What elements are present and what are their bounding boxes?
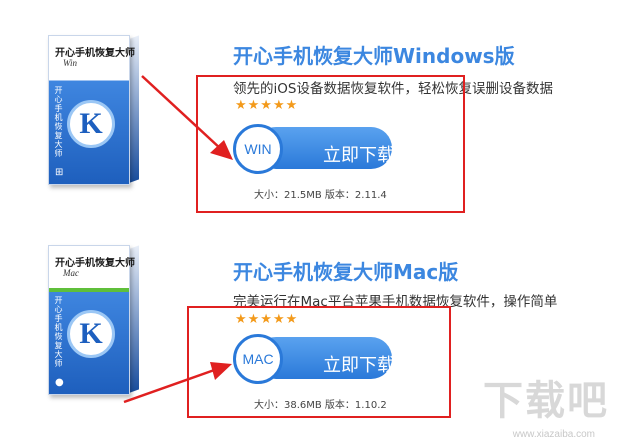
product-box-icon: 开心手机恢复大师 Win 开心手机恢复大师 K ⊞ <box>48 35 140 185</box>
box-green-band <box>49 288 129 292</box>
product-windows: 开心手机恢复大师 Win 开心手机恢复大师 K ⊞ 开心手机恢复大师Window… <box>0 0 619 213</box>
box-front: 开心手机恢复大师 Win 开心手机恢复大师 K ⊞ <box>48 35 135 185</box>
box-subtitle: Win <box>63 58 78 68</box>
watermark-url: www.xiazaiba.com <box>512 429 595 440</box>
box-vertical-text: 开心手机恢复大师 <box>54 86 63 158</box>
product-title: 开心手机恢复大师Mac版 <box>233 260 459 284</box>
k-logo-icon: K <box>67 100 115 148</box>
red-highlight-box <box>196 75 465 213</box>
box-title: 开心手机恢复大师 <box>55 258 135 269</box>
box-title: 开心手机恢复大师 <box>55 48 135 59</box>
apple-logo-icon: ● <box>55 377 64 388</box>
product-title: 开心手机恢复大师Windows版 <box>233 44 515 68</box>
k-logo-icon: K <box>67 310 115 358</box>
red-highlight-box <box>187 306 451 418</box>
watermark-logo: 下载吧 <box>483 378 609 424</box>
box-subtitle: Mac <box>63 268 79 278</box>
box-front: 开心手机恢复大师 Mac 开心手机恢复大师 K ● <box>48 245 135 395</box>
windows-logo-icon: ⊞ <box>55 167 64 178</box>
product-box-icon: 开心手机恢复大师 Mac 开心手机恢复大师 K ● <box>48 245 140 395</box>
box-vertical-text: 开心手机恢复大师 <box>54 296 63 368</box>
